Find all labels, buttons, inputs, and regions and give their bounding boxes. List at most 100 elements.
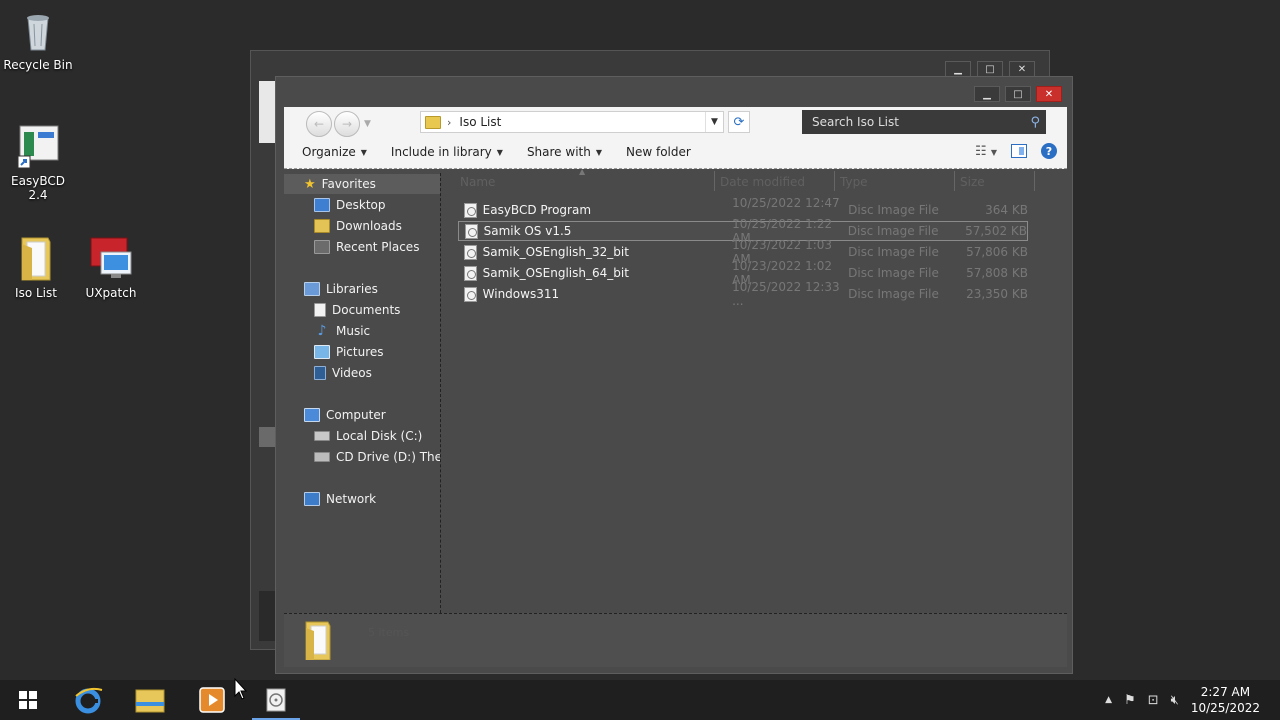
- nav-label: Local Disk (C:): [336, 429, 423, 443]
- network-icon[interactable]: ⊡: [1148, 693, 1159, 708]
- show-hidden-icons-button[interactable]: ▲: [1105, 695, 1112, 705]
- background-window-scroll-thumb[interactable]: [259, 427, 275, 447]
- taskbar-internet-explorer[interactable]: [60, 680, 116, 720]
- file-size: 57,502 KB: [965, 224, 1027, 238]
- new-folder-button[interactable]: New folder: [618, 145, 699, 159]
- action-center-flag-icon[interactable]: ⚑: [1124, 693, 1136, 708]
- nav-item-downloads[interactable]: Downloads: [314, 216, 402, 236]
- column-header-size[interactable]: Size: [960, 175, 985, 189]
- organize-button[interactable]: Organize ▼: [294, 145, 375, 159]
- desktop-icon-iso-list[interactable]: Iso List: [0, 234, 74, 300]
- minimize-button[interactable]: ▁: [945, 61, 971, 77]
- refresh-button[interactable]: ⟳: [728, 111, 750, 133]
- music-icon: ♪: [317, 323, 327, 339]
- desktop-icon-uxpatch[interactable]: UXpatch: [73, 234, 149, 300]
- navigation-buttons: ← → ▼: [306, 111, 371, 137]
- system-tray: ▲ ⚑ ⊡ 🔇︎ 2:27 AM 10/25/2022: [1105, 680, 1280, 720]
- back-button[interactable]: ←: [306, 111, 332, 137]
- file-explorer-icon: [135, 689, 165, 713]
- volume-muted-icon[interactable]: 🔇︎: [1171, 693, 1179, 708]
- file-type: Disc Image File: [847, 224, 939, 238]
- desktop-icon-label: UXpatch: [85, 286, 137, 300]
- column-divider[interactable]: [834, 171, 835, 191]
- address-dropdown-button[interactable]: ▼: [705, 112, 723, 132]
- forward-button[interactable]: →: [334, 111, 360, 137]
- column-divider[interactable]: [714, 171, 715, 191]
- nav-label: Network: [326, 492, 377, 506]
- close-button[interactable]: ✕: [1036, 86, 1062, 102]
- clock-date: 10/25/2022: [1190, 701, 1260, 715]
- file-name: EasyBCD Program: [482, 203, 592, 217]
- disc-image-file-icon: [464, 286, 477, 302]
- nav-item-videos[interactable]: Videos: [314, 363, 372, 383]
- taskbar-file-explorer[interactable]: [122, 680, 178, 720]
- file-date: 10/25/2022 12:33 ...: [732, 280, 840, 308]
- file-name: Samik OS v1.5: [483, 224, 572, 238]
- minimize-icon: ▁: [983, 88, 991, 100]
- nav-label: Downloads: [336, 219, 402, 233]
- recent-pages-dropdown[interactable]: ▼: [364, 119, 371, 129]
- nav-item-network[interactable]: Network: [304, 489, 376, 509]
- nav-label: Recent Places: [336, 240, 420, 254]
- nav-item-favorites[interactable]: ★ Favorites: [284, 174, 440, 194]
- file-size: 57,808 KB: [966, 266, 1028, 280]
- nav-item-cd-drive[interactable]: CD Drive (D:) The Lil: [314, 447, 440, 467]
- disc-image-file-icon: [464, 202, 477, 218]
- include-in-library-button[interactable]: Include in library ▼: [383, 145, 511, 159]
- nav-label: Music: [336, 324, 371, 338]
- nav-item-music[interactable]: ♪ Music: [314, 321, 371, 341]
- nav-item-local-disk[interactable]: Local Disk (C:): [314, 426, 422, 446]
- desktop-icon-label: EasyBCD 2.4: [11, 174, 65, 202]
- downloads-icon: [314, 219, 330, 233]
- share-with-button[interactable]: Share with ▼: [519, 145, 610, 159]
- folder-icon: [425, 115, 441, 129]
- nav-item-pictures[interactable]: Pictures: [314, 342, 384, 362]
- column-header-name[interactable]: Name: [460, 175, 495, 189]
- column-divider[interactable]: [954, 171, 955, 191]
- nav-item-documents[interactable]: Documents: [314, 300, 400, 320]
- file-type: Disc Image File: [848, 245, 939, 259]
- maximize-icon: □: [1013, 88, 1023, 100]
- column-header-date[interactable]: Date modified: [720, 175, 805, 189]
- nav-item-recent-places[interactable]: Recent Places: [314, 237, 419, 257]
- address-bar[interactable]: › Iso List ▼: [420, 111, 724, 133]
- close-button[interactable]: ✕: [1009, 61, 1035, 77]
- nav-label: Libraries: [326, 282, 378, 296]
- taskbar-disc-image-app[interactable]: [248, 680, 304, 720]
- change-view-button[interactable]: ☷ ▼: [975, 144, 997, 159]
- minimize-button[interactable]: ▁: [974, 86, 1000, 102]
- nav-item-libraries[interactable]: Libraries: [304, 279, 378, 299]
- close-icon: ✕: [1044, 88, 1054, 100]
- desktop-icon-recycle-bin[interactable]: Recycle Bin: [0, 6, 76, 72]
- breadcrumb-chevron-icon[interactable]: ›: [447, 116, 451, 129]
- breadcrumb-current[interactable]: Iso List: [459, 115, 501, 129]
- search-input[interactable]: Search Iso List ⚲: [802, 110, 1046, 134]
- mouse-cursor-icon: [234, 678, 248, 700]
- background-window-controls: ▁ □ ✕: [945, 61, 1035, 77]
- maximize-button[interactable]: □: [1005, 86, 1031, 102]
- preview-pane-icon[interactable]: [1011, 144, 1027, 158]
- minimize-icon: ▁: [954, 63, 962, 75]
- network-icon: [304, 492, 320, 506]
- column-header-type[interactable]: Type: [840, 175, 868, 189]
- explorer-window[interactable]: ▁ □ ✕ ← → ▼ › Iso List ▼ ⟳ Search Iso Li…: [275, 76, 1073, 674]
- taskbar-media-player[interactable]: [184, 680, 240, 720]
- help-icon[interactable]: ?: [1041, 143, 1057, 159]
- computer-icon: [304, 408, 320, 422]
- toolbar-area: ← → ▼ › Iso List ▼ ⟳ Search Iso List ⚲ O…: [284, 107, 1067, 169]
- clock[interactable]: 2:27 AM 10/25/2022: [1191, 684, 1260, 716]
- nav-item-computer[interactable]: Computer: [304, 405, 386, 425]
- hard-drive-icon: [314, 431, 330, 441]
- command-bar: Organize ▼ Include in library ▼ Share with…: [294, 145, 707, 159]
- column-divider[interactable]: [1034, 171, 1035, 191]
- media-player-icon: [199, 687, 225, 713]
- file-name: Windows311: [482, 287, 560, 301]
- nav-item-desktop[interactable]: Desktop: [314, 195, 386, 215]
- maximize-button[interactable]: □: [977, 61, 1003, 77]
- search-icon[interactable]: ⚲: [1030, 115, 1040, 130]
- desktop-icon-easybcd[interactable]: EasyBCD 2.4: [0, 122, 76, 202]
- windows-logo-icon: [19, 691, 37, 709]
- start-button[interactable]: [0, 680, 56, 720]
- file-row[interactable]: Windows311 10/25/2022 12:33 ... Disc Ima…: [458, 280, 1028, 308]
- back-arrow-icon: ←: [313, 117, 325, 131]
